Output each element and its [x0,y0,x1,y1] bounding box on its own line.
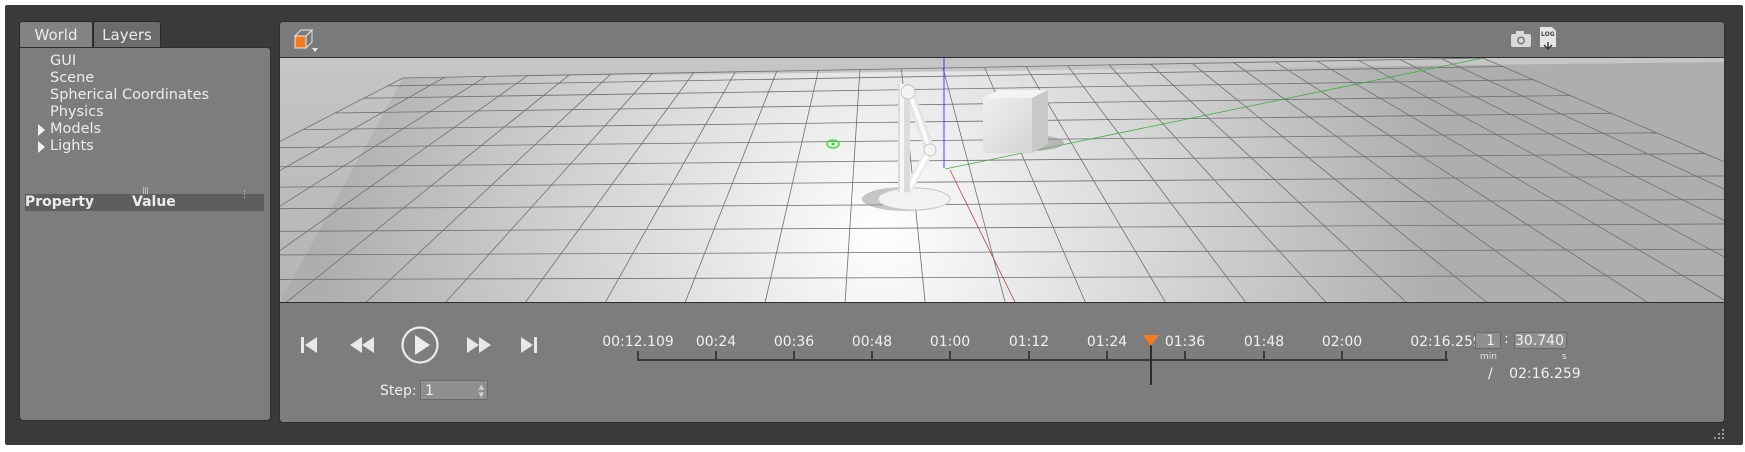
render-panel: LOG 00:12.109 00:24 00:36 00:48 01:00 01… [279,21,1725,423]
playback-timeline: 00:12.109 00:24 00:36 00:48 01:00 01:12 01:24 0… [280,303,1724,422]
minutes-unit-label: min [1480,352,1497,362]
world-tree-panel: GUI Scene Spherical Coordinates Physics … [19,47,271,421]
seconds-unit-label: s [1562,352,1567,362]
main-window: World Layers GUI Scene Spherical Coordin… [5,5,1743,445]
resize-grip-icon[interactable] [1713,428,1725,440]
timeline-tick-label: 02:16.259 [1410,334,1482,350]
tree-item-label: Scene [50,70,95,86]
fast-forward-icon[interactable] [466,336,492,354]
step-value: 1 [425,383,434,399]
timeline-tick-label: 00:36 [773,334,815,350]
rewind-icon[interactable] [349,336,375,354]
tree-item-label: Spherical Coordinates [50,87,210,103]
box-shape-icon[interactable] [292,26,320,52]
timeline-tick [637,351,639,361]
timeline-tick [871,351,873,361]
tree-item-label: GUI [50,53,77,69]
skip-to-end-icon[interactable] [520,336,538,354]
playhead-marker-icon[interactable] [1143,335,1159,346]
play-button[interactable] [400,325,440,365]
timeline-tick [1184,351,1186,361]
property-table-header: Property Value [25,194,264,211]
timeline-tick-label: 00:12.109 [602,334,674,350]
timeline-tick [715,351,717,361]
timeline-tick-label: 01:48 [1243,334,1285,350]
camera-icon[interactable] [1510,30,1532,48]
timeline-tick-label: 01:36 [1164,334,1206,350]
timeline-track[interactable] [638,359,1448,361]
timeline-tick [1341,351,1343,361]
timeline-tick [949,351,951,361]
step-spinner-icon[interactable]: ▲ ▼ [479,383,484,399]
total-time-value: 02:16.259 [1509,366,1581,382]
timeline-tick-label: 01:24 [1086,334,1128,350]
timeline-tick [1028,351,1030,361]
property-column-header[interactable]: Property [25,194,94,211]
timeline-tick [1445,351,1447,361]
timeline-tick-label: 02:00 [1321,334,1363,350]
timeline-tick [793,351,795,361]
scene-render [280,58,1724,302]
tree-item-label: Models [50,121,102,137]
timeline-tick-label: 01:12 [1008,334,1050,350]
timeline-tick-label: 01:00 [929,334,971,350]
tab-layers[interactable]: Layers [93,21,161,47]
step-label: Step: [380,383,417,399]
total-time-display: / 02:16.259 [1488,366,1581,382]
3d-viewport[interactable] [280,57,1724,303]
value-column-header[interactable]: Value [132,194,176,211]
timeline-tick-label: 00:24 [695,334,737,350]
current-minutes-field[interactable]: 1 [1475,332,1501,349]
time-separator: : [1504,331,1509,347]
total-separator: / [1488,366,1493,382]
tree-item-label: Lights [50,138,94,154]
log-icon-text: LOG [1541,31,1555,38]
tree-item-label: Physics [50,104,104,120]
timeline-tick-label: 00:48 [851,334,893,350]
expand-arrow-icon[interactable] [38,141,45,153]
world-panel: World Layers GUI Scene Spherical Coordin… [19,21,271,421]
log-icon[interactable]: LOG [1538,26,1558,50]
timeline-tick [1106,351,1108,361]
timeline-tick [1263,351,1265,361]
tree-item-lights[interactable]: Lights [38,137,94,156]
expand-arrow-icon[interactable] [38,124,45,136]
current-seconds-field[interactable]: 30.740 [1514,332,1567,349]
skip-to-start-icon[interactable] [300,336,318,354]
tab-world[interactable]: World [19,21,93,47]
render-toolbar: LOG [280,22,1724,57]
step-input[interactable]: 1 ▲ ▼ [420,380,488,400]
left-splitter-handle[interactable]: ⋮ [240,190,249,200]
